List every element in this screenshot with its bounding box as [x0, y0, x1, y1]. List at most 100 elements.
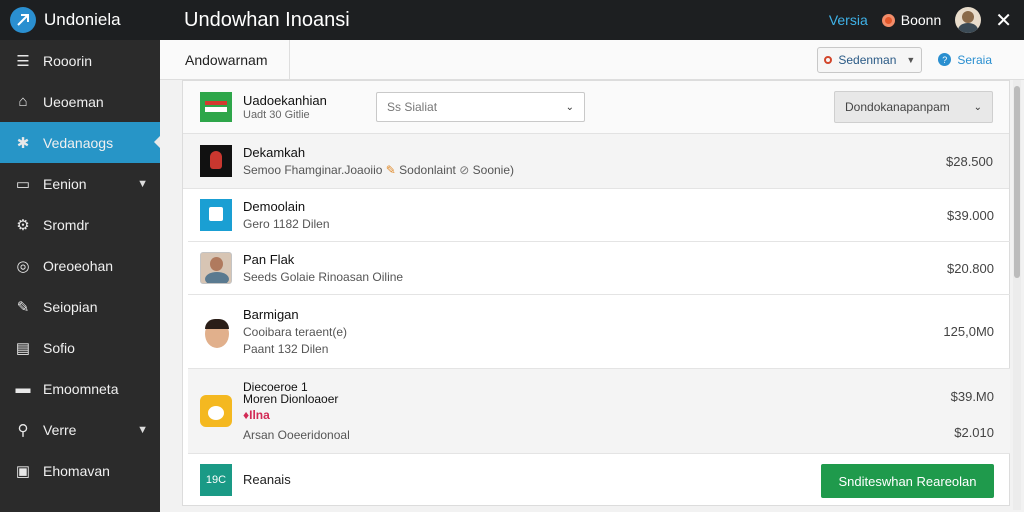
- count-badge: 19C: [200, 463, 232, 496]
- item-amount-secondary: $2.010: [954, 425, 994, 440]
- main-header: Andowarnam Sedenman ▼ ? Seraia: [160, 39, 1024, 80]
- sidebar-item-ueoeman[interactable]: ⌂ Ueoeman: [0, 81, 160, 122]
- group-dropdown-label: Dondokanapanpam: [845, 100, 950, 114]
- sidebar-item-rooorin[interactable]: ☰ Rooorin: [0, 40, 160, 81]
- sidebar-item-label: Rooorin: [43, 52, 93, 69]
- record-icon: [824, 55, 833, 64]
- image-icon: ▣: [15, 462, 31, 480]
- sidebar-item-oreoeohan[interactable]: ◎ Oreoeohan: [0, 245, 160, 286]
- sidebar-item-label: Oreoeohan: [43, 257, 114, 274]
- status-indicator[interactable]: Boonn: [881, 12, 942, 28]
- item-amount: $39.M0: [950, 389, 994, 404]
- sidebar-item-label: Vedanaogs: [43, 134, 114, 151]
- group-dropdown[interactable]: Dondokanapanpam ⌄: [834, 91, 993, 123]
- item-subtitle: Semoo Fhamginar.Joaoiio ✎ Sodonlaint ⊘ S…: [243, 163, 515, 177]
- brand[interactable]: Undoniela: [0, 0, 160, 40]
- scrollbar-thumb[interactable]: [1014, 86, 1020, 278]
- sort-dropdown[interactable]: Sedenman ▼: [817, 46, 923, 73]
- item-title: Demoolain: [243, 199, 306, 214]
- sidebar-item-seiopian[interactable]: ✎ Seiopian: [0, 286, 160, 327]
- item-amount: $20.800: [947, 260, 994, 276]
- chevron-down-icon: ▼: [906, 54, 916, 65]
- window-title: Undowhan Inoansi: [184, 8, 350, 31]
- help-link[interactable]: ? Seraia: [938, 53, 992, 67]
- account-subtitle: U⁠a⁠d⁠t 30 Gitlie: [243, 109, 310, 121]
- sidebar-item-label: Eenion: [43, 175, 87, 192]
- home-icon: ⌂: [18, 93, 28, 110]
- user-avatar[interactable]: [955, 7, 982, 33]
- chart-icon: ▤: [15, 339, 31, 357]
- item-thumbnail: [200, 315, 232, 348]
- item-detail: Paant 132 Dilen: [243, 342, 329, 356]
- item-tag: ♦Ilna: [243, 407, 270, 422]
- section-title[interactable]: Andowarnam: [160, 39, 290, 80]
- card-icon: ▭: [15, 175, 31, 193]
- account-name: Uadoekanhian: [243, 93, 327, 108]
- chevron-down-icon: ▼: [137, 423, 148, 436]
- scrollbar[interactable]: [1013, 80, 1021, 510]
- sidebar-item-sofio[interactable]: ▤ Sofio: [0, 327, 160, 368]
- footer-row: 19C Reanais Snditeswhan Reareolan: [188, 454, 1010, 505]
- item-thumbnail: [200, 199, 232, 231]
- item-thumbnail: [200, 395, 232, 427]
- wrench-icon: ✎: [16, 298, 30, 316]
- brand-name: Undoniela: [44, 10, 121, 29]
- item-title: Dekamkah: [243, 145, 306, 160]
- sidebar-item-label: Seiopian: [43, 298, 98, 315]
- box-icon: ▬: [15, 380, 31, 397]
- item-subtitle: Cooibara teraent(e): [243, 325, 348, 339]
- item-thumbnail: [200, 252, 232, 284]
- close-icon[interactable]: ✕: [995, 8, 1012, 33]
- chevron-down-icon: ⌄: [973, 101, 982, 113]
- sidebar-item-emoomneta[interactable]: ▬ Emoomneta: [0, 368, 160, 409]
- footer-label: Reanais: [243, 472, 291, 487]
- sort-dropdown-label: Sedenman: [838, 52, 897, 67]
- settings-icon: ⚙: [16, 216, 30, 234]
- primary-action-button[interactable]: Snditeswhan Reareolan: [821, 464, 994, 498]
- list-item[interactable]: Barmigan Cooibara teraent(e) Paant 132 D…: [188, 295, 1010, 369]
- sidebar-item-label: Ueoeman: [43, 93, 104, 110]
- sidebar-item-label: Sromdr: [43, 216, 89, 233]
- item-title-secondary: Moren Dionloaoer: [243, 391, 339, 406]
- flag-icon: [200, 92, 232, 122]
- help-icon: ?: [938, 53, 952, 66]
- sidebar-item-label: Ehomavan: [43, 462, 110, 479]
- list-item[interactable]: Diecoeroe 1 Moren Dionloaoer ♦Ilna Arsan…: [188, 369, 1010, 454]
- status-label: Boonn: [900, 12, 942, 28]
- list-item[interactable]: Dekamkah Semoo Fhamginar.Joaoiio ✎ Sodon…: [183, 134, 1009, 189]
- version-link[interactable]: Versia: [829, 12, 868, 28]
- sidebar-item-label: Emoomneta: [43, 380, 119, 397]
- sidebar-item-label: Sofio: [43, 339, 75, 356]
- list-item[interactable]: Demoolain Gero 1182 Dilen $39.000: [188, 189, 1010, 242]
- link-icon: ⊘: [459, 163, 470, 177]
- list-item[interactable]: Pan Flak Seeds Golaie Rinoasan Oiline $2…: [188, 242, 1010, 295]
- sidebar-item-sromdr[interactable]: ⚙ Sromdr: [0, 204, 160, 245]
- item-title: Diecoeroe 1: [243, 379, 308, 394]
- account-block: Uadoekanhian U⁠a⁠d⁠t 30 Gitlie: [243, 93, 373, 121]
- item-title: Barmigan: [243, 307, 299, 322]
- item-subtitle: Seeds Golaie Rinoasan Oiline: [243, 270, 404, 284]
- sidebar-item-eenion[interactable]: ▭ Eenion ▼: [0, 163, 160, 204]
- chevron-down-icon: ▼: [137, 177, 148, 190]
- search-select[interactable]: Ss Sialiat ⌄: [376, 92, 585, 122]
- sidebar-item-verre[interactable]: ⚲ Verre ▼: [0, 409, 160, 450]
- sidebar-item-vedanaogs[interactable]: ✱ Vedanaogs: [0, 122, 160, 163]
- item-title: Pan Flak: [243, 252, 295, 267]
- chevron-down-icon: ⌄: [565, 101, 574, 113]
- item-link[interactable]: Arsan Ooeeridonoal: [243, 428, 1010, 442]
- item-thumbnail: [200, 145, 232, 177]
- sidebar-item-ehomavan[interactable]: ▣ Ehomavan: [0, 450, 160, 491]
- circle-icon: ◎: [16, 257, 30, 275]
- sidebar-item-label: Verre: [43, 421, 77, 438]
- item-amount: $39.000: [947, 207, 994, 223]
- search-select-placeholder: Ss Sialiat: [387, 100, 438, 114]
- puzzle-icon: ✱: [16, 134, 30, 152]
- item-amount: $28.500: [946, 153, 993, 169]
- sidebar: ☰ Rooorin ⌂ Ueoeman ✱ Vedanaogs ▭ Eenion…: [0, 40, 160, 512]
- item-amount: 125,0M0: [943, 324, 994, 339]
- tag-icon: ✎: [385, 163, 396, 177]
- status-dot-icon: [881, 13, 895, 27]
- search-icon: ⚲: [17, 421, 29, 439]
- brand-logo-icon: [10, 7, 36, 33]
- top-bar: Undoniela Undowhan Inoansi Versia Boonn …: [0, 0, 1024, 40]
